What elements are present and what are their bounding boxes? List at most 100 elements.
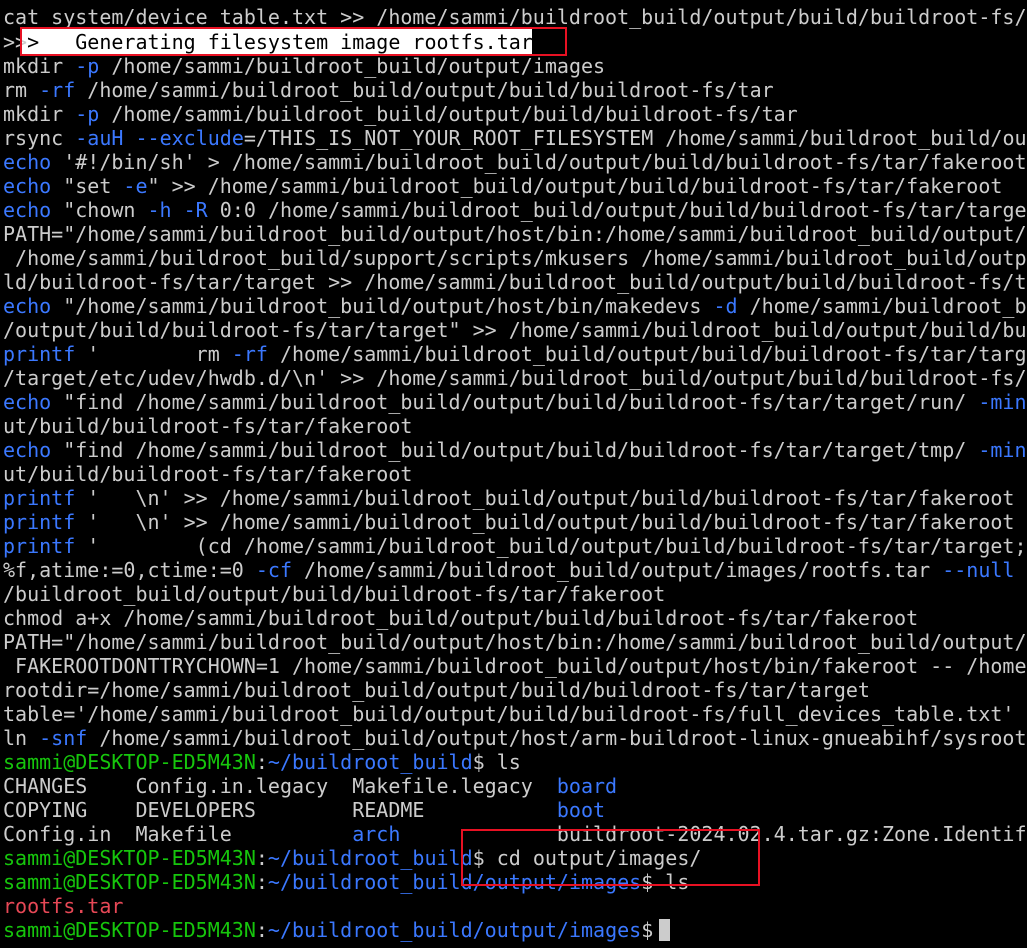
output-text: - [1014,558,1027,582]
output-text: ' \n' >> /home/sammi/buildroot_build/out… [75,486,1015,510]
file-list: buildroot-2024.02.4.tar.gz:Zone.Identifi [400,822,1027,846]
output-text: /home/sammi/buildroot_build/output/image… [99,54,606,78]
terminal-line: /buildroot_build/output/build/buildroot-… [3,582,665,606]
output-text: FAKEROOTDONTTRYCHOWN=1 /home/sammi/build… [3,654,1027,678]
flag: -p [63,54,100,78]
command: printf [3,342,76,366]
terminal-line: table='/home/sammi/buildroot_build/outpu… [3,702,1014,726]
terminal-line: chmod a+x /home/sammi/buildroot_build/ou… [3,606,918,630]
flag: -d [713,294,738,318]
output-text: ' (cd /home/sammi/buildroot_build/output… [75,534,1027,558]
command: mkdir [3,54,64,78]
selected-text[interactable]: > Generating filesystem image rootfs.tar [27,30,533,54]
active-prompt-line[interactable]: sammi@DESKTOP-ED5M43N:~/buildroot_build/… [3,918,671,942]
terminal-line: mkdir -p /home/sammi/buildroot_build/out… [3,102,798,126]
file-list: COPYING DEVELOPERS README [3,798,557,822]
prompt-user-host: sammi@DESKTOP-ED5M43N [3,846,256,870]
file-list: Config.in Makefile [3,822,353,846]
terminal-line: ld/buildroot-fs/tar/target >> /home/samm… [3,270,1027,294]
terminal-line: printf ' \n' >> /home/sammi/buildroot_bu… [3,510,1014,534]
flag: -rf [27,78,76,102]
output-text: /home/sammi/buildroot_build/output/build… [267,342,1027,366]
terminal-line: echo "find /home/sammi/buildroot_build/o… [3,390,1027,414]
terminal-line: printf ' rm -rf /home/sammi/buildroot_bu… [3,342,1027,366]
output-text: /output/build/buildroot-fs/tar/target" >… [3,318,1027,342]
terminal-line: /target/etc/udev/hwdb.d/\n' >> /home/sam… [3,366,1027,390]
terminal-line: printf ' (cd /home/sammi/buildroot_build… [3,534,1027,558]
ls-output-row: CHANGES Config.in.legacy Makefile.legacy… [3,774,617,798]
flag: -cf [255,558,292,582]
flag: --exclude [135,126,244,150]
terminal-line: rootdir=/home/sammi/buildroot_build/outp… [3,678,870,702]
prompt-line: sammi@DESKTOP-ED5M43N:~/buildroot_build$… [3,750,521,774]
ls-output-row: rootfs.tar [3,894,123,918]
command: echo [3,438,52,462]
command: ln [3,726,28,750]
terminal-line: echo "/home/sammi/buildroot_build/output… [3,294,1027,318]
flag: --null [942,558,1015,582]
terminal-line: /home/sammi/buildroot_build/support/scri… [3,246,1027,270]
command: echo [3,150,52,174]
prompt-path: ~/buildroot_build/output/images [267,918,642,942]
output-text: /home/sammi/buildroot_build/output/build… [99,102,798,126]
output-text: rootdir=/home/sammi/buildroot_build/outp… [3,678,870,702]
output-text: table='/home/sammi/buildroot_build/outpu… [3,702,1015,726]
flag: -R [183,198,208,222]
directory-entry: boot [556,798,606,822]
prompt-separator: : [255,750,268,774]
command: echo [3,294,52,318]
file-list: CHANGES Config.in.legacy Makefile.legacy [3,774,557,798]
command: printf [3,510,76,534]
output-text: %f,atime:=0,ctime:=0 [3,558,256,582]
terminal-line: rsync -auH --exclude=/THIS_IS_NOT_YOUR_R… [3,126,1027,150]
output-text: PATH="/home/sammi/buildroot_build/output… [3,222,1027,246]
output-text: "find /home/sammi/buildroot_build/output… [51,390,979,414]
output-text: "find /home/sammi/buildroot_build/output… [51,438,979,462]
command: rsync [3,126,64,150]
terminal-line: rm -rf /home/sammi/buildroot_build/outpu… [3,78,774,102]
output-text: /home/sammi/buildroot_build/output/host/… [87,726,1027,750]
output-text: /buildroot_build/output/build/buildroot-… [3,582,666,606]
archive-file-entry: rootfs.tar [3,894,124,918]
flag: -mind [978,438,1027,462]
terminal-window[interactable]: cat system/device_table.txt >> /home/sam… [0,0,1027,948]
flag: -e [123,174,148,198]
flag: -auH [63,126,124,150]
command-text: $ ls [641,870,690,894]
terminal-line: ut/build/buildroot-fs/tar/fakeroot [3,462,412,486]
directory-entry: board [556,774,618,798]
prompt-separator: : [255,918,268,942]
prompt-marker: >> [3,30,28,54]
output-text: ld/buildroot-fs/tar/target >> /home/samm… [3,270,1027,294]
output-text: cat system/device_table.txt >> /home/sam… [3,5,1027,29]
output-text: ut/build/buildroot-fs/tar/fakeroot [3,462,413,486]
prompt-separator: : [255,870,268,894]
prompt-user-host: sammi@DESKTOP-ED5M43N [3,870,256,894]
prompt-path: ~/buildroot_build [267,750,473,774]
prompt-user-host: sammi@DESKTOP-ED5M43N [3,750,256,774]
output-text: "chown [51,198,148,222]
terminal-line: printf ' \n' >> /home/sammi/buildroot_bu… [3,486,1014,510]
output-text: /home/sammi/buildroot_bu [737,294,1027,318]
terminal-line: echo '#!/bin/sh' > /home/sammi/buildroot… [3,150,1027,174]
ls-output-row: Config.in Makefile arch buildroot-2024.0… [3,822,1027,846]
ls-output-row: COPYING DEVELOPERS README boot [3,798,605,822]
prompt-path: ~/buildroot_build [267,846,473,870]
terminal-line: mkdir -p /home/sammi/buildroot_build/out… [3,54,605,78]
output-text: 0:0 /home/sammi/buildroot_build/output/b… [207,198,1027,222]
terminal-line: PATH="/home/sammi/buildroot_build/output… [3,630,1027,654]
flag: -snf [27,726,88,750]
prompt-user-host: sammi@DESKTOP-ED5M43N [3,918,256,942]
command: printf [3,486,76,510]
command: echo [3,198,52,222]
output-text: /home/sammi/buildroot_build/output/image… [292,558,943,582]
output-text: ' \n' >> /home/sammi/buildroot_build/out… [75,510,1015,534]
terminal-line: echo "set -e" >> /home/sammi/buildroot_b… [3,174,1002,198]
command: rm [3,78,28,102]
output-text: chmod a+x /home/sammi/buildroot_build/ou… [3,606,919,630]
directory-entry: arch [352,822,401,846]
prompt-path: ~/buildroot_build/output/images [267,870,642,894]
output-text: "set [51,174,124,198]
terminal-line: PATH="/home/sammi/buildroot_build/output… [3,222,1027,246]
